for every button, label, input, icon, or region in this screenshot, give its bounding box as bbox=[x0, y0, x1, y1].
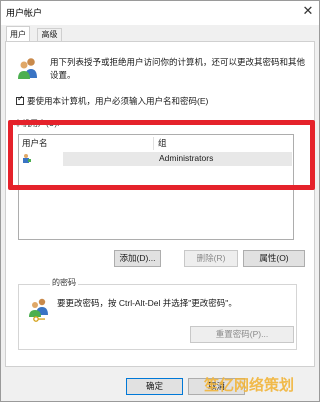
intro-text-line2: 设置。 bbox=[50, 70, 76, 80]
require-login-checkbox[interactable]: ✓ bbox=[16, 94, 24, 105]
title-bar bbox=[1, 1, 319, 25]
tab-users[interactable]: 用户 bbox=[6, 26, 30, 42]
add-user-button[interactable]: 添加(D)... bbox=[114, 250, 161, 267]
password-instructions: 要更改密码，按 Ctrl-Alt-Del 并选择"更改密码"。 bbox=[57, 298, 237, 308]
intro-text-line1: 用下列表授予或拒绝用户访问你的计算机，还可以更改其密码和其他 bbox=[50, 57, 306, 67]
remove-user-button[interactable]: 删除(R) bbox=[184, 250, 238, 267]
users-icon bbox=[18, 58, 37, 79]
users-key-icon bbox=[29, 298, 48, 322]
properties-button[interactable]: 属性(O) bbox=[243, 250, 305, 267]
ok-button[interactable]: 确定 bbox=[126, 378, 183, 395]
watermark-text: 笙亿网络策划 bbox=[204, 377, 295, 394]
password-group-label: 的密码 bbox=[50, 277, 78, 288]
reset-password-button[interactable]: 重置密码(P)... bbox=[190, 326, 294, 343]
checkmark-icon: ✓ bbox=[17, 94, 24, 103]
window-title: 用户帐户 bbox=[6, 8, 43, 18]
close-icon[interactable]: ✕ bbox=[300, 2, 316, 20]
highlight-box bbox=[8, 120, 315, 190]
require-login-label[interactable]: 要使用本计算机，用户必须输入用户名和密码(E) bbox=[27, 95, 208, 108]
tab-advanced[interactable]: 高级 bbox=[37, 28, 62, 41]
